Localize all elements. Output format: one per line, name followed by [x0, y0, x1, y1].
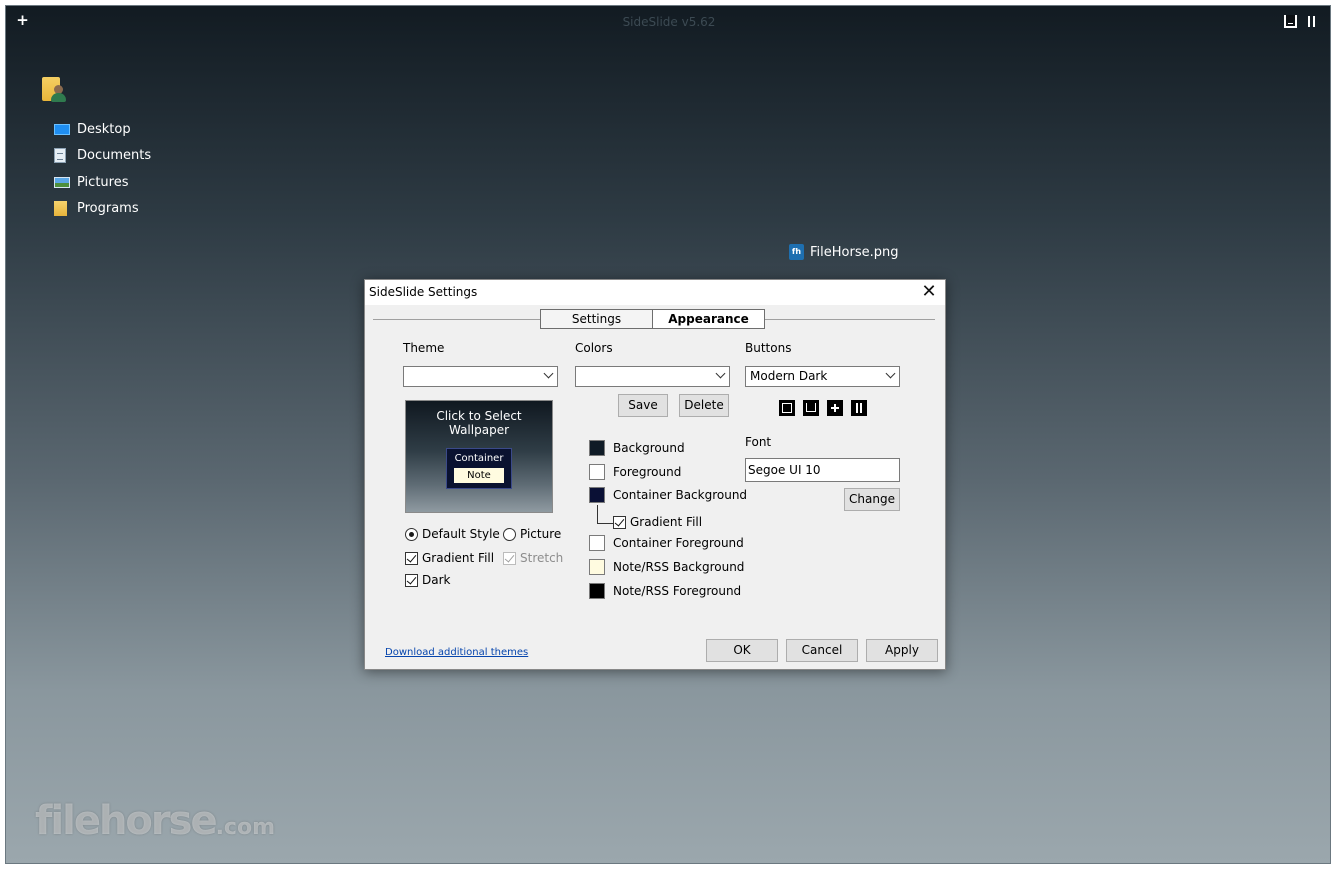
settings-dialog: SideSlide Settings ✕ Settings Appearance…	[364, 279, 946, 670]
buttons-label: Buttons	[745, 341, 792, 355]
buttons-style-value: Modern Dark	[750, 369, 828, 383]
dark-checkbox[interactable]: Dark	[405, 573, 450, 587]
maximize-preview-icon	[779, 400, 795, 416]
tab-bar: Settings Appearance	[540, 309, 765, 329]
cancel-button[interactable]: Cancel	[786, 639, 858, 662]
preview-container: Container Note	[446, 448, 512, 489]
documents-icon	[54, 148, 66, 164]
container-gradient-fill-checkbox[interactable]: Gradient Fill	[613, 515, 702, 529]
colors-select[interactable]	[575, 366, 730, 387]
preview-title: Click to Select Wallpaper	[436, 409, 522, 437]
app-title: SideSlide v5.62	[622, 15, 716, 29]
download-themes-link[interactable]: Download additional themes	[385, 647, 528, 658]
wallpaper-preview[interactable]: Click to Select Wallpaper Container Note	[405, 400, 553, 513]
color-container-foreground[interactable]: Container Foreground	[589, 535, 744, 551]
tab-settings[interactable]: Settings	[540, 309, 653, 329]
user-folder-icon[interactable]	[42, 73, 68, 103]
shortcut-label: Desktop	[77, 121, 131, 137]
color-swatch	[589, 440, 605, 456]
minimize-icon[interactable]	[1284, 15, 1297, 28]
shortcut-label: Pictures	[77, 174, 129, 190]
chevron-down-icon	[715, 368, 726, 379]
font-label: Font	[745, 435, 772, 449]
color-swatch	[589, 583, 605, 599]
color-swatch	[589, 559, 605, 575]
shortcut-label: Documents	[77, 148, 152, 164]
apply-button[interactable]: Apply	[866, 639, 938, 662]
pause-preview-icon	[851, 400, 867, 416]
color-foreground[interactable]: Foreground	[589, 464, 681, 480]
shortcut-documents[interactable]: Documents	[54, 143, 151, 170]
save-button[interactable]: Save	[618, 394, 668, 417]
font-field: Segoe UI 10	[745, 458, 900, 482]
default-style-radio[interactable]: Default Style	[405, 527, 500, 541]
color-container-background[interactable]: Container Background	[589, 487, 747, 503]
picture-radio[interactable]: Picture	[503, 527, 561, 541]
button-style-preview	[779, 400, 867, 416]
tab-appearance[interactable]: Appearance	[653, 309, 765, 329]
shortcut-pictures[interactable]: Pictures	[54, 169, 151, 196]
preview-container-label: Container	[454, 453, 504, 464]
add-preview-icon	[827, 400, 843, 416]
color-swatch	[589, 464, 605, 480]
color-swatch	[589, 487, 605, 503]
dialog-title: SideSlide Settings	[369, 285, 478, 299]
chevron-down-icon	[543, 368, 554, 379]
stretch-checkbox[interactable]: Stretch	[503, 551, 563, 565]
folder-icon	[54, 201, 67, 217]
close-icon[interactable]: ✕	[919, 282, 939, 302]
window-controls	[1284, 15, 1318, 28]
checkbox-checked-icon	[613, 515, 626, 529]
pause-icon[interactable]	[1305, 15, 1318, 28]
shortcut-desktop[interactable]: Desktop	[54, 116, 151, 143]
shortcut-programs[interactable]: Programs	[54, 196, 151, 223]
image-file-icon: fh	[789, 244, 804, 260]
chevron-down-icon	[885, 368, 896, 379]
checkbox-checked-icon	[405, 551, 418, 565]
radio-selected-icon	[405, 527, 418, 541]
color-note-rss-background[interactable]: Note/RSS Background	[589, 559, 744, 575]
theme-select[interactable]	[403, 366, 558, 387]
minimize-preview-icon	[803, 400, 819, 416]
color-note-rss-foreground[interactable]: Note/RSS Foreground	[589, 583, 741, 599]
theme-label: Theme	[403, 341, 445, 355]
buttons-style-select[interactable]: Modern Dark	[745, 366, 900, 387]
file-label: FileHorse.png	[810, 244, 899, 260]
pictures-icon	[54, 176, 70, 188]
shortcut-label: Programs	[77, 201, 139, 217]
radio-unselected-icon	[503, 527, 516, 541]
file-filehorse-png[interactable]: fh FileHorse.png	[789, 244, 898, 260]
change-font-button[interactable]: Change	[844, 488, 900, 511]
preview-note: Note	[454, 468, 504, 483]
checkbox-checked-icon	[405, 573, 418, 587]
shortcut-list: Desktop Documents Pictures Programs	[54, 116, 151, 222]
gradient-fill-checkbox[interactable]: Gradient Fill	[405, 551, 494, 565]
filehorse-watermark: filehorse.com	[35, 798, 276, 844]
color-background[interactable]: Background	[589, 440, 685, 456]
desktop-icon	[54, 124, 70, 136]
ok-button[interactable]: OK	[706, 639, 778, 662]
tree-connector	[597, 505, 613, 524]
checkbox-checked-icon	[503, 551, 516, 565]
colors-label: Colors	[575, 341, 613, 355]
delete-button[interactable]: Delete	[679, 394, 729, 417]
dialog-titlebar[interactable]: SideSlide Settings ✕	[365, 280, 945, 305]
color-swatch	[589, 535, 605, 551]
